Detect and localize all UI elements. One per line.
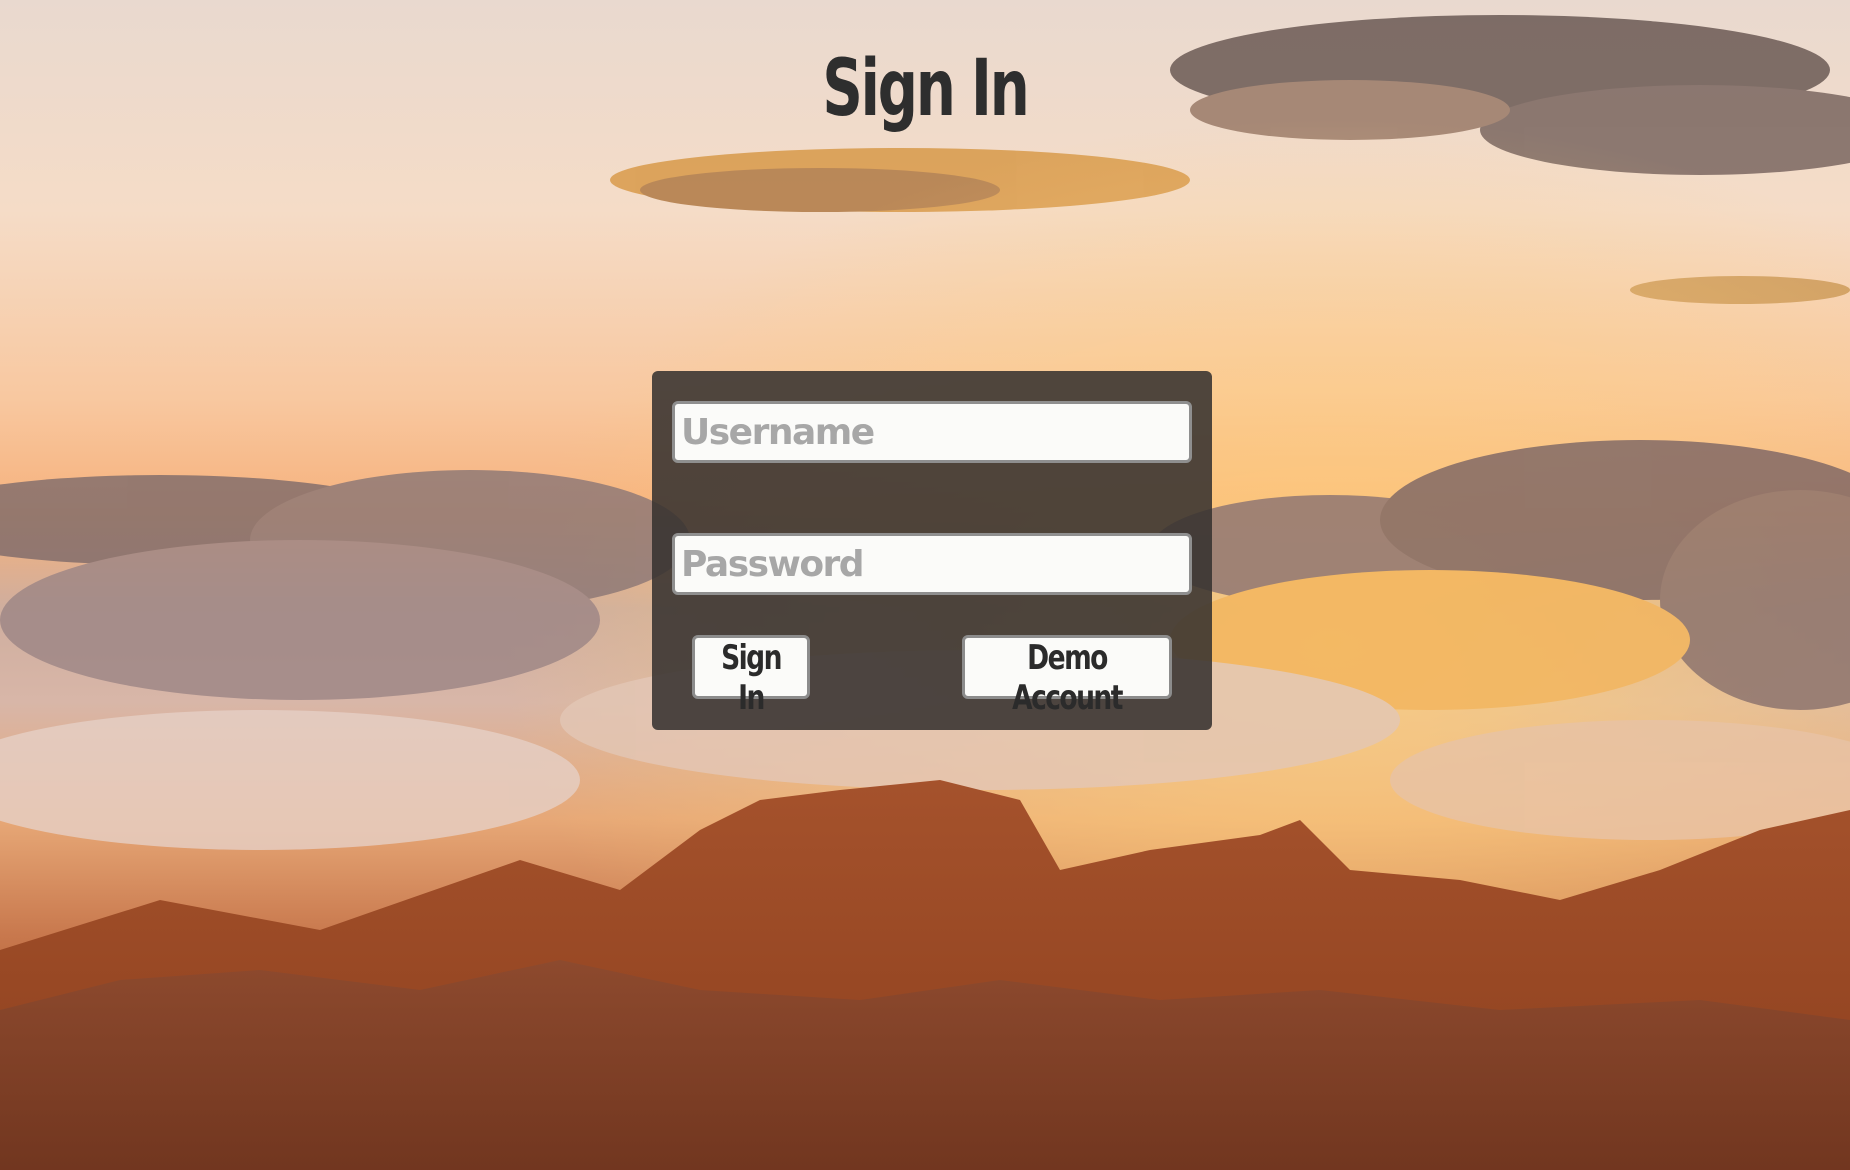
sign-in-button[interactable]: Sign In xyxy=(692,635,810,718)
username-input[interactable] xyxy=(672,401,1192,463)
demo-account-button[interactable]: Demo Account xyxy=(962,635,1172,718)
demo-account-button-label: Demo Account xyxy=(1012,638,1123,718)
sign-in-button-label: Sign In xyxy=(721,638,782,718)
password-input[interactable] xyxy=(672,533,1192,595)
page-title: Sign In xyxy=(822,44,1029,134)
sign-in-form: Sign In Demo Account xyxy=(652,371,1212,730)
